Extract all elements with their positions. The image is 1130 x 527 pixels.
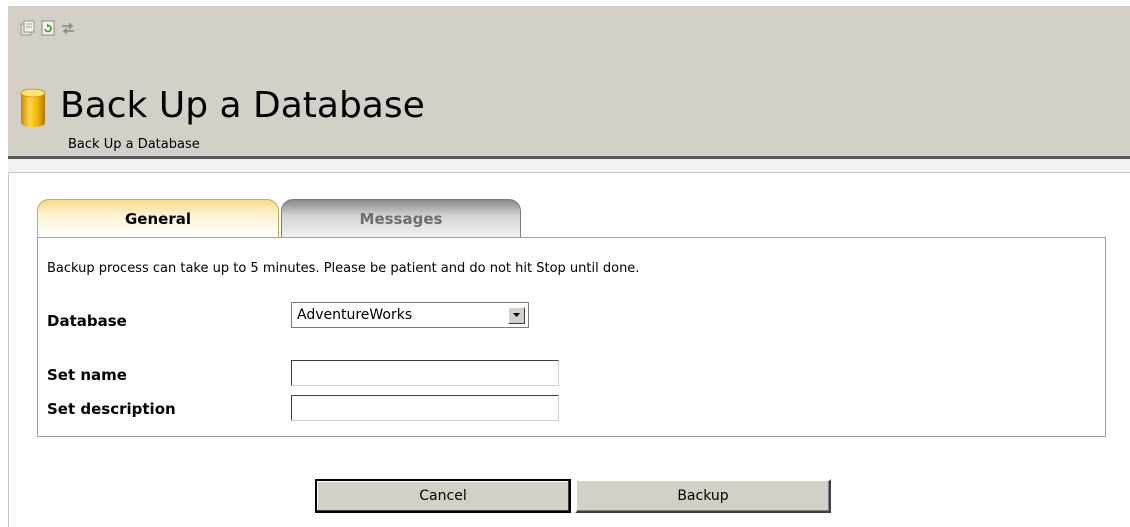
tab-general[interactable]: General	[37, 199, 279, 237]
backup-button[interactable]: Backup	[575, 479, 831, 513]
general-panel: Backup process can take up to 5 minutes.…	[37, 237, 1106, 437]
toolbar	[20, 20, 76, 36]
cancel-button-label: Cancel	[419, 488, 467, 504]
set-description-input[interactable]	[291, 395, 559, 421]
chevron-down-icon[interactable]	[508, 306, 525, 324]
database-select[interactable]: AdventureWorks	[291, 302, 529, 328]
set-name-input[interactable]	[291, 360, 559, 386]
header-bar: Back Up a Database Back Up a Database	[8, 6, 1130, 156]
page-title: Back Up a Database	[60, 85, 425, 126]
set-description-label: Set description	[47, 400, 176, 418]
main-content: General Messages Backup process can take…	[8, 173, 1130, 527]
database-label: Database	[47, 312, 127, 330]
connect-icon[interactable]	[60, 20, 76, 36]
database-select-value: AdventureWorks	[297, 307, 413, 323]
header-divider-shadow	[8, 159, 1130, 173]
tab-messages[interactable]: Messages	[281, 199, 521, 237]
cancel-button[interactable]: Cancel	[315, 479, 571, 513]
backup-notice: Backup process can take up to 5 minutes.…	[47, 261, 640, 276]
tab-general-label: General	[125, 209, 191, 228]
database-icon	[20, 88, 46, 127]
title-row: Back Up a Database	[20, 84, 425, 128]
properties-icon[interactable]	[20, 20, 36, 36]
refresh-icon[interactable]	[40, 20, 56, 36]
set-name-label: Set name	[47, 366, 127, 384]
tab-messages-label: Messages	[359, 209, 443, 228]
backup-button-label: Backup	[677, 488, 729, 504]
page-subtitle: Back Up a Database	[68, 137, 200, 152]
